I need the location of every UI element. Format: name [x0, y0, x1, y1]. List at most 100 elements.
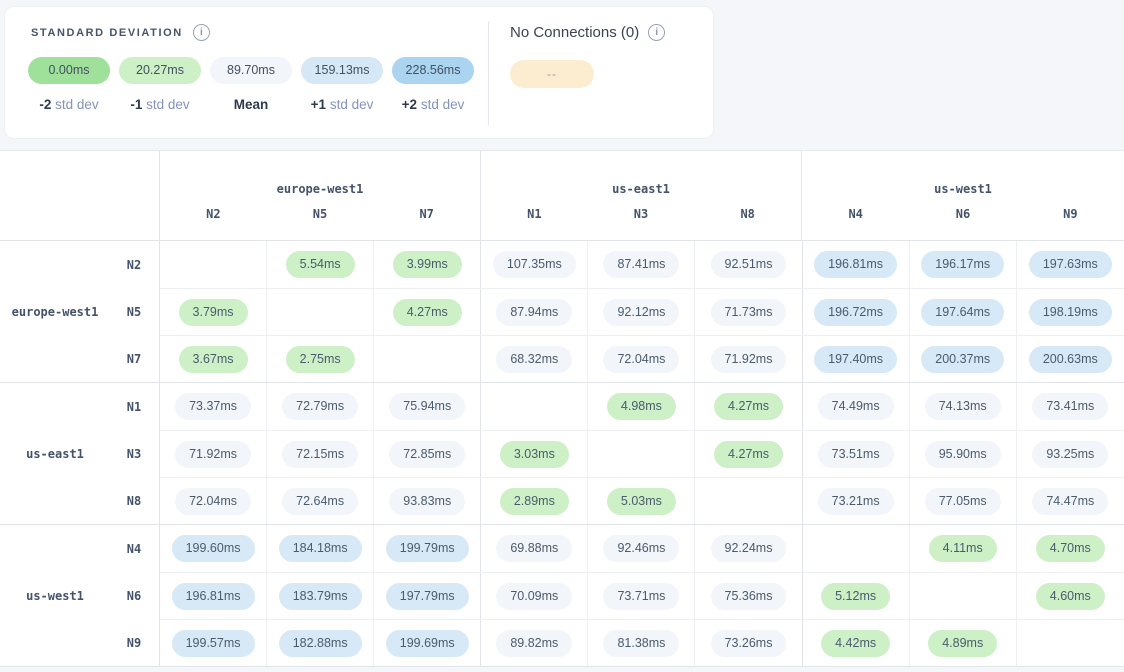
latency-cell[interactable]: 74.49ms	[803, 383, 910, 430]
latency-cell[interactable]: 4.42ms	[803, 620, 910, 666]
latency-cell[interactable]: 72.04ms	[588, 336, 695, 382]
latency-cell[interactable]: 4.70ms	[1017, 525, 1124, 572]
latency-pill[interactable]: 72.85ms	[389, 441, 465, 468]
latency-pill[interactable]: 72.64ms	[282, 488, 358, 515]
latency-cell[interactable]: 71.92ms	[160, 431, 267, 477]
latency-pill[interactable]: 199.69ms	[386, 630, 469, 657]
latency-cell[interactable]: 71.92ms	[695, 336, 802, 382]
latency-cell[interactable]: 199.57ms	[160, 620, 267, 666]
latency-cell[interactable]: 73.41ms	[1017, 383, 1124, 430]
latency-pill[interactable]: 199.57ms	[172, 630, 255, 657]
latency-pill[interactable]: 87.41ms	[603, 251, 679, 278]
latency-pill[interactable]: 71.92ms	[711, 346, 787, 373]
latency-pill[interactable]: 197.40ms	[814, 346, 897, 373]
latency-pill[interactable]: 184.18ms	[279, 535, 362, 562]
latency-pill[interactable]: 198.19ms	[1029, 299, 1112, 326]
latency-pill[interactable]: 87.94ms	[496, 299, 572, 326]
latency-cell[interactable]: 196.17ms	[910, 241, 1017, 288]
latency-pill[interactable]: 75.94ms	[389, 393, 465, 420]
latency-cell[interactable]: 72.04ms	[160, 478, 267, 524]
latency-cell[interactable]: 5.54ms	[267, 241, 374, 288]
latency-cell[interactable]: 199.60ms	[160, 525, 267, 572]
latency-cell[interactable]: 73.26ms	[695, 620, 802, 666]
latency-pill[interactable]: 72.79ms	[282, 393, 358, 420]
latency-cell[interactable]: 77.05ms	[910, 478, 1017, 524]
latency-pill[interactable]: 5.54ms	[286, 251, 355, 278]
latency-cell[interactable]: 196.72ms	[803, 289, 910, 335]
latency-pill[interactable]: 4.11ms	[929, 535, 997, 562]
latency-cell[interactable]: 75.36ms	[695, 573, 802, 619]
latency-cell[interactable]: 197.79ms	[374, 573, 481, 619]
latency-pill[interactable]: 197.79ms	[386, 583, 469, 610]
latency-cell[interactable]: 72.15ms	[267, 431, 374, 477]
latency-cell[interactable]: 72.64ms	[267, 478, 374, 524]
latency-cell[interactable]: 70.09ms	[481, 573, 588, 619]
latency-pill[interactable]: 92.12ms	[603, 299, 679, 326]
latency-pill[interactable]: 73.71ms	[603, 583, 679, 610]
latency-pill[interactable]: 196.81ms	[814, 251, 897, 278]
latency-cell[interactable]: 73.21ms	[803, 478, 910, 524]
latency-pill[interactable]: 75.36ms	[711, 583, 787, 610]
latency-pill[interactable]: 74.49ms	[818, 393, 894, 420]
latency-pill[interactable]: 95.90ms	[925, 441, 1001, 468]
latency-pill[interactable]: 197.63ms	[1029, 251, 1112, 278]
latency-cell[interactable]: 93.25ms	[1017, 431, 1124, 477]
latency-cell[interactable]: 197.40ms	[803, 336, 910, 382]
latency-cell[interactable]: 69.88ms	[481, 525, 588, 572]
latency-pill[interactable]: 3.03ms	[500, 441, 569, 468]
latency-pill[interactable]: 182.88ms	[279, 630, 362, 657]
latency-cell[interactable]: 2.75ms	[267, 336, 374, 382]
latency-cell[interactable]: 3.79ms	[160, 289, 267, 335]
latency-cell[interactable]: 197.63ms	[1017, 241, 1124, 288]
latency-cell[interactable]: 92.12ms	[588, 289, 695, 335]
latency-cell[interactable]: 72.79ms	[267, 383, 374, 430]
latency-cell[interactable]: 87.94ms	[481, 289, 588, 335]
latency-cell[interactable]: 81.38ms	[588, 620, 695, 666]
latency-cell[interactable]: 200.63ms	[1017, 336, 1124, 382]
latency-cell[interactable]: 3.67ms	[160, 336, 267, 382]
latency-cell[interactable]: 199.79ms	[374, 525, 481, 572]
latency-cell[interactable]: 183.79ms	[267, 573, 374, 619]
latency-pill[interactable]: 72.04ms	[175, 488, 251, 515]
latency-cell[interactable]: 73.51ms	[803, 431, 910, 477]
latency-cell[interactable]: 184.18ms	[267, 525, 374, 572]
latency-cell[interactable]: 87.41ms	[588, 241, 695, 288]
latency-pill[interactable]: 199.79ms	[386, 535, 469, 562]
latency-pill[interactable]: 5.03ms	[607, 488, 676, 515]
latency-cell[interactable]: 68.32ms	[481, 336, 588, 382]
latency-cell[interactable]: 71.73ms	[695, 289, 802, 335]
latency-cell[interactable]: 92.46ms	[588, 525, 695, 572]
latency-pill[interactable]: 69.88ms	[496, 535, 572, 562]
latency-pill[interactable]: 73.26ms	[711, 630, 787, 657]
latency-cell[interactable]: 72.85ms	[374, 431, 481, 477]
latency-cell[interactable]: 199.69ms	[374, 620, 481, 666]
latency-pill[interactable]: 200.37ms	[921, 346, 1004, 373]
info-icon-no-connections[interactable]	[648, 24, 665, 41]
latency-pill[interactable]: 72.15ms	[282, 441, 358, 468]
latency-pill[interactable]: 4.27ms	[714, 393, 783, 420]
latency-pill[interactable]: 93.25ms	[1032, 441, 1108, 468]
latency-cell[interactable]: 182.88ms	[267, 620, 374, 666]
latency-pill[interactable]: 196.81ms	[172, 583, 255, 610]
latency-pill[interactable]: 196.72ms	[814, 299, 897, 326]
latency-pill[interactable]: 72.04ms	[603, 346, 679, 373]
latency-cell[interactable]: 73.71ms	[588, 573, 695, 619]
latency-pill[interactable]: 93.83ms	[389, 488, 465, 515]
latency-pill[interactable]: 4.27ms	[393, 299, 462, 326]
latency-cell[interactable]: 196.81ms	[160, 573, 267, 619]
latency-cell[interactable]: 4.27ms	[695, 383, 802, 430]
latency-cell[interactable]: 2.89ms	[481, 478, 588, 524]
latency-pill[interactable]: 3.79ms	[179, 299, 248, 326]
latency-pill[interactable]: 73.37ms	[175, 393, 251, 420]
latency-pill[interactable]: 74.47ms	[1032, 488, 1108, 515]
latency-pill[interactable]: 2.89ms	[500, 488, 569, 515]
latency-cell[interactable]: 4.27ms	[374, 289, 481, 335]
latency-pill[interactable]: 3.99ms	[393, 251, 462, 278]
info-icon-std-deviation[interactable]	[193, 24, 210, 41]
latency-pill[interactable]: 4.27ms	[714, 441, 783, 468]
latency-cell[interactable]: 4.60ms	[1017, 573, 1124, 619]
latency-pill[interactable]: 4.70ms	[1036, 535, 1105, 562]
latency-pill[interactable]: 4.42ms	[821, 630, 890, 657]
latency-pill[interactable]: 197.64ms	[921, 299, 1004, 326]
latency-pill[interactable]: 73.41ms	[1032, 393, 1108, 420]
